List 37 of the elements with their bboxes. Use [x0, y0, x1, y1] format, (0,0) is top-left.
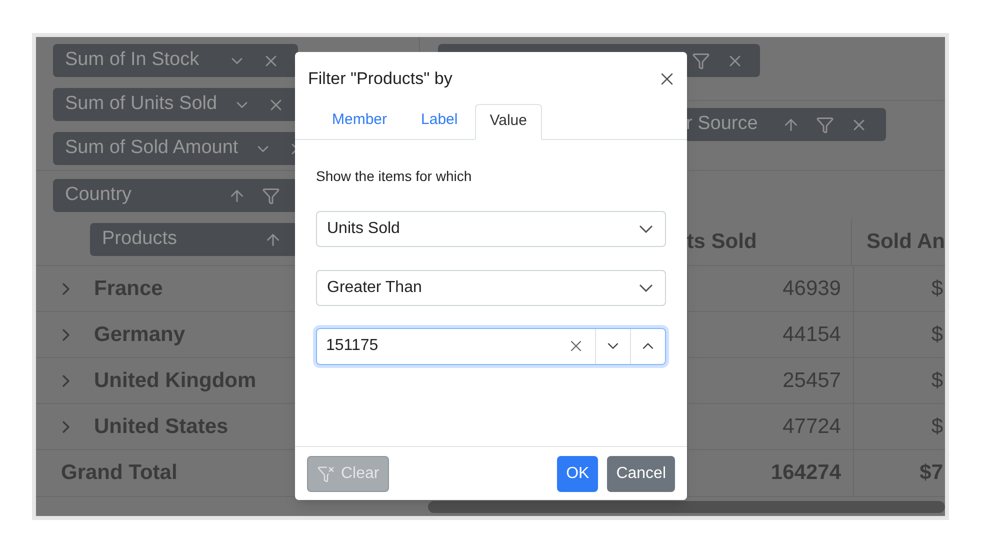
prompt-text: Show the items for which: [316, 166, 473, 186]
row-label: United States: [94, 414, 228, 440]
field-select[interactable]: Units Sold: [316, 210, 666, 246]
ok-button[interactable]: OK: [557, 456, 598, 492]
field-chip[interactable]: Sum of Sold Amount: [53, 132, 298, 165]
tab[interactable]: Value: [474, 104, 542, 140]
chip-label: Country: [65, 183, 133, 208]
filter-icon[interactable]: [262, 186, 280, 204]
chip-label: Products: [102, 227, 178, 252]
table-cell: $: [853, 358, 945, 403]
table-cell: $: [853, 404, 945, 449]
chip-label: Sum of Units Sold: [65, 92, 218, 116]
chip-label: Sum of In Stock: [65, 48, 200, 72]
condition-select[interactable]: Greater Than: [316, 270, 666, 306]
field-chip[interactable]: Country: [53, 179, 298, 212]
dialog-title: Filter "Products" by: [308, 68, 452, 90]
table-cell: $7: [853, 450, 945, 496]
cancel-button[interactable]: Cancel: [607, 456, 675, 492]
field-chip[interactable]: Sum of Units Sold: [53, 88, 298, 121]
column-header: Sold An: [851, 219, 945, 265]
field-chip[interactable]: Sum of In Stock: [53, 44, 298, 77]
caret-icon: [639, 224, 653, 232]
tab[interactable]: Label: [404, 102, 475, 138]
row-label: Germany: [94, 322, 186, 348]
row-label: Grand Total: [61, 460, 178, 486]
chip-label: r Source: [686, 112, 759, 136]
tab[interactable]: Member: [315, 102, 404, 138]
row-label: France: [94, 276, 163, 302]
row-label: United Kingdom: [94, 368, 256, 394]
scrollbar-thumb[interactable]: [428, 500, 945, 512]
clear-filter-icon: [317, 464, 335, 482]
filter-icon[interactable]: [692, 52, 710, 70]
caret-icon: [639, 284, 653, 292]
table-cell: $: [853, 266, 945, 311]
filter-icon[interactable]: [816, 116, 834, 134]
chip-label: Sum of Sold Amount: [65, 136, 238, 160]
table-cell: $: [853, 312, 945, 357]
